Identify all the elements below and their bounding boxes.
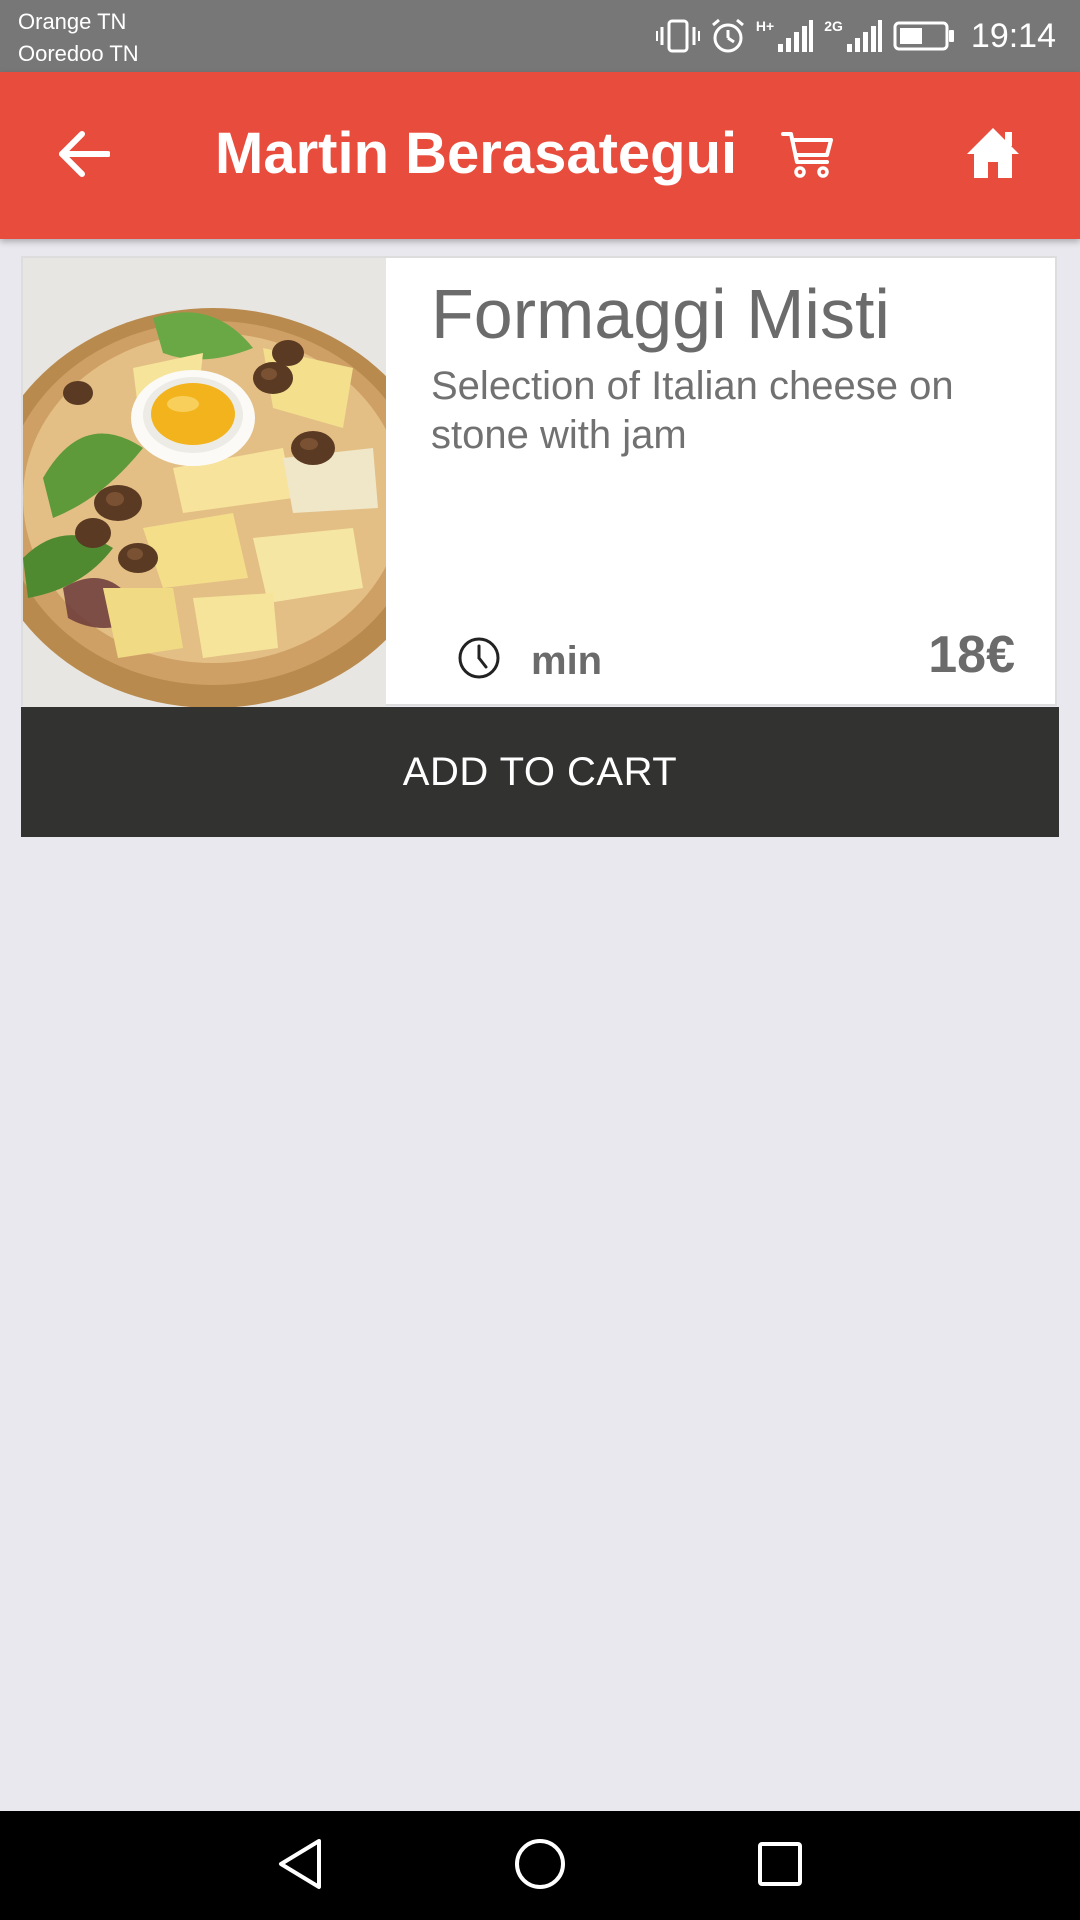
nav-bar bbox=[0, 1811, 1080, 1920]
carrier-1: Orange TN bbox=[18, 9, 127, 34]
status-time: 19:14 bbox=[970, 16, 1056, 55]
home-circle-icon bbox=[513, 1837, 567, 1896]
back-triangle-icon bbox=[275, 1837, 325, 1896]
nav-home-button[interactable] bbox=[505, 1831, 575, 1901]
back-arrow-icon bbox=[58, 130, 111, 182]
page-title: Martin Berasategui bbox=[215, 121, 738, 186]
network-type-label: H+ bbox=[755, 18, 775, 34]
carrier-2: Ooredoo TN bbox=[18, 41, 139, 66]
battery-icon bbox=[893, 20, 955, 52]
home-button[interactable] bbox=[960, 122, 1026, 188]
vibrate-icon bbox=[655, 18, 700, 54]
product-card[interactable]: Formaggi Misti Selection of Italian chee… bbox=[21, 256, 1057, 708]
cart-button[interactable] bbox=[775, 124, 841, 190]
back-button[interactable] bbox=[52, 124, 116, 188]
product-info: Formaggi Misti Selection of Italian chee… bbox=[431, 258, 1015, 704]
alarm-icon bbox=[710, 18, 746, 54]
clock-icon bbox=[457, 636, 501, 680]
recents-square-icon bbox=[755, 1839, 805, 1894]
product-description: Selection of Italian cheese on stone wit… bbox=[431, 364, 954, 457]
cart-icon bbox=[781, 130, 835, 185]
nav-back-button[interactable] bbox=[265, 1831, 335, 1901]
product-name: Formaggi Misti bbox=[431, 275, 890, 353]
nav-recents-button[interactable] bbox=[745, 1831, 815, 1901]
product-image bbox=[23, 258, 386, 708]
home-icon bbox=[965, 126, 1021, 185]
signal-icon: 2G bbox=[824, 18, 883, 54]
network-type-label: 2G bbox=[824, 18, 843, 34]
add-to-cart-button[interactable]: ADD TO CART bbox=[21, 707, 1059, 837]
status-icons: H+ 2G 19:14 bbox=[655, 14, 1056, 58]
product-price: 18€ bbox=[928, 626, 1015, 684]
signal-icon: H+ bbox=[756, 18, 814, 54]
app-bar: Martin Berasategui bbox=[0, 72, 1080, 239]
carrier-info: Orange TN Ooredoo TN bbox=[18, 6, 139, 70]
status-bar: Orange TN Ooredoo TN H+ 2G 19:14 bbox=[0, 0, 1080, 72]
prep-time: min bbox=[531, 639, 603, 683]
